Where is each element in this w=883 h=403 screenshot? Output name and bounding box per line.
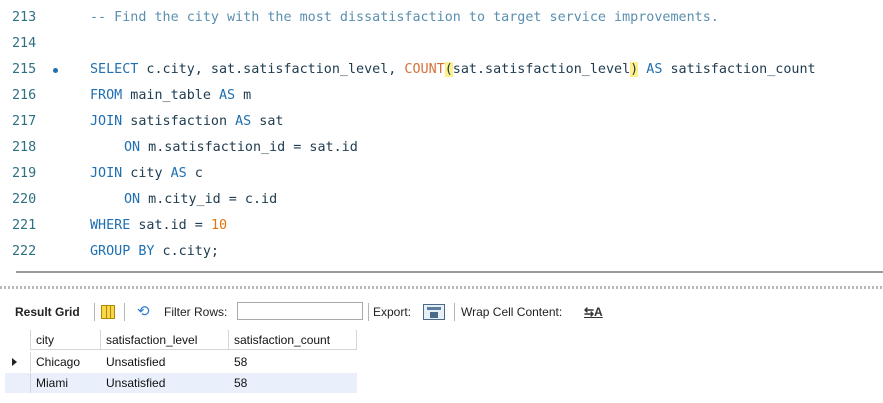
sql-text: sat.satisfaction_level (452, 62, 631, 77)
code-text[interactable]: WHERE sat.id = 10 (90, 213, 227, 239)
wrap-text-icon[interactable]: ⇆A (584, 302, 603, 322)
sql-keyword: AS (235, 114, 252, 129)
line-number: 214 (12, 36, 37, 51)
code-line-222[interactable]: 222 GROUP BY c.city; (0, 239, 883, 265)
row-indicator (5, 352, 31, 372)
filter-rows-label: Filter Rows: (164, 305, 228, 319)
line-number: 215 (12, 62, 37, 77)
sql-text: sat (251, 114, 284, 129)
sql-keyword: AS (170, 166, 187, 181)
sql-text: m.satisfaction_id = sat.id (140, 140, 358, 155)
sql-text: city (122, 166, 171, 181)
grid-header-row: city satisfaction_level satisfaction_cou… (5, 330, 357, 350)
current-row-arrow-icon (12, 358, 17, 366)
code-line-215[interactable]: 215 SELECT c.city, sat.satisfaction_leve… (0, 57, 883, 83)
code-text[interactable]: JOIN satisfaction AS sat (90, 109, 284, 135)
toolbar-divider (454, 303, 455, 321)
line-number: 222 (12, 244, 37, 259)
export-file-icon[interactable] (423, 304, 445, 320)
sql-keyword: JOIN (90, 114, 123, 129)
sql-editor[interactable]: 213 -- Find the city with the most dissa… (0, 0, 883, 268)
row-indicator (5, 373, 31, 393)
cell-satisfaction-level[interactable]: Unsatisfied (101, 373, 229, 393)
code-text[interactable]: GROUP BY c.city; (90, 239, 219, 265)
line-number: 219 (12, 166, 37, 181)
sql-keyword: ON (124, 140, 141, 155)
sql-keyword: JOIN (90, 166, 123, 181)
toolbar-divider (368, 303, 369, 321)
code-line-219[interactable]: 219 JOIN city AS c (0, 161, 883, 187)
toolbar-divider (94, 303, 95, 321)
export-label: Export: (373, 305, 412, 319)
code-text[interactable]: ON m.city_id = c.id (124, 187, 277, 213)
sql-keyword: WHERE (90, 218, 131, 233)
code-text[interactable]: -- Find the city with the most dissatisf… (90, 5, 719, 31)
code-text[interactable]: JOIN city AS c (90, 161, 203, 187)
wrap-cell-content-label: Wrap Cell Content: (461, 305, 563, 319)
row-indicator-header (5, 330, 31, 350)
sql-keyword: GROUP BY (90, 244, 155, 259)
code-line-217[interactable]: 217 JOIN satisfaction AS sat (0, 109, 883, 135)
toolbar-divider (124, 303, 125, 321)
line-number: 213 (12, 10, 37, 25)
cell-satisfaction-count[interactable]: 58 (229, 373, 357, 393)
sql-text: c.city; (154, 244, 219, 259)
line-number: 218 (12, 140, 37, 155)
code-line-221[interactable]: 221 WHERE sat.id = 10 (0, 213, 883, 239)
code-text[interactable]: FROM main_table AS m (90, 83, 251, 109)
column-header-satisfaction-count[interactable]: satisfaction_count (229, 330, 357, 350)
code-line-218[interactable]: 218 ON m.satisfaction_id = sat.id (0, 135, 883, 161)
column-header-city[interactable]: city (31, 330, 101, 350)
code-line-214[interactable]: 214 (0, 31, 883, 57)
result-grid-tab[interactable]: Result Grid (15, 299, 80, 325)
code-line-213[interactable]: 213 -- Find the city with the most dissa… (0, 5, 883, 31)
table-row[interactable]: Chicago Unsatisfied 58 (5, 352, 357, 372)
statement-marker-icon (53, 68, 58, 73)
sql-text: main_table (122, 88, 219, 103)
paren-match-open: ( (444, 62, 453, 77)
filter-rows-input[interactable] (237, 302, 363, 320)
line-number: 220 (12, 192, 37, 207)
sql-text: m (235, 88, 252, 103)
cell-satisfaction-level[interactable]: Unsatisfied (101, 352, 229, 372)
code-text[interactable]: ON m.satisfaction_id = sat.id (124, 135, 358, 161)
sql-text: c.city, sat.satisfaction_level, (138, 62, 405, 77)
code-text[interactable]: SELECT c.city, sat.satisfaction_level, C… (90, 57, 816, 83)
cell-satisfaction-count[interactable]: 58 (229, 352, 357, 372)
table-row[interactable]: Miami Unsatisfied 58 (5, 373, 357, 393)
sql-text: c (186, 166, 203, 181)
sql-comment: -- Find the city with the most dissatisf… (90, 10, 719, 25)
sql-keyword: ON (124, 192, 141, 207)
sql-keyword: SELECT (90, 62, 139, 77)
sql-text: sat.id = (130, 218, 211, 233)
code-line-216[interactable]: 216 FROM main_table AS m (0, 83, 883, 109)
sql-keyword: AS (638, 62, 663, 77)
grid-view-icon[interactable] (101, 305, 115, 319)
cell-city[interactable]: Miami (31, 373, 101, 393)
panel-splitter-handle[interactable] (0, 286, 883, 289)
line-number: 216 (12, 88, 37, 103)
code-line-220[interactable]: 220 ON m.city_id = c.id (0, 187, 883, 213)
sql-keyword: AS (219, 88, 236, 103)
sql-text: satisfaction (122, 114, 236, 129)
sql-function: COUNT (404, 62, 445, 77)
sql-keyword: FROM (90, 88, 123, 103)
sql-text: m.city_id = c.id (140, 192, 278, 207)
line-number: 221 (12, 218, 37, 233)
refresh-arrows-icon[interactable]: ⟲ (137, 300, 150, 324)
column-header-satisfaction-level[interactable]: satisfaction_level (101, 330, 229, 350)
line-number: 217 (12, 114, 37, 129)
sql-number: 10 (210, 218, 228, 233)
cell-city[interactable]: Chicago (31, 352, 101, 372)
editor-divider (16, 271, 883, 273)
result-toolbar: Result Grid ⟲ Filter Rows: Export: Wrap … (0, 299, 883, 325)
sql-text: satisfaction_count (662, 62, 816, 77)
